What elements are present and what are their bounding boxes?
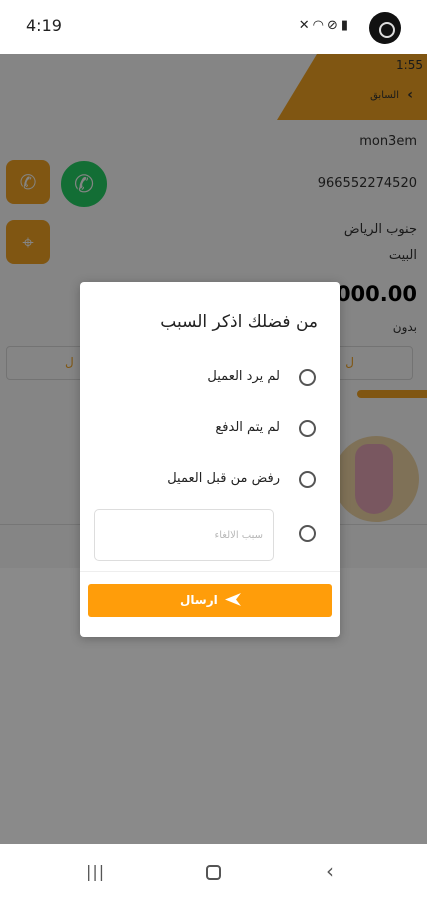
send-button-label: ارسال <box>180 593 218 607</box>
reason-option-not-paid[interactable]: لم يتم الدفع <box>80 411 340 447</box>
send-button[interactable]: ارسال <box>88 584 332 617</box>
reason-input[interactable] <box>94 509 274 561</box>
dialog-divider <box>80 571 340 572</box>
mute-icon: ✕ <box>298 18 313 33</box>
status-bar: 4:19 ✕◠⊘▮ <box>0 0 427 54</box>
dialog-title: من فضلك اذكر السبب <box>160 312 318 332</box>
radio-button[interactable] <box>299 369 316 386</box>
cancel-reason-dialog: من فضلك اذكر السبب لم يرد العميل لم يتم … <box>80 282 340 637</box>
home-icon[interactable] <box>206 865 221 880</box>
system-navigation-bar: ||| ‹ <box>0 844 427 900</box>
radio-button[interactable] <box>299 525 316 542</box>
send-icon <box>225 593 241 606</box>
recents-icon[interactable]: ||| <box>86 862 105 881</box>
option-label: لم يتم الدفع <box>215 420 280 435</box>
reason-option-no-answer[interactable]: لم يرد العميل <box>80 360 340 396</box>
reason-option-rejected[interactable]: رفض من قبل العميل <box>80 462 340 498</box>
camera-icon <box>369 12 401 44</box>
option-label: لم يرد العميل <box>207 369 280 384</box>
status-time: 4:19 <box>26 16 62 35</box>
battery-icon: ▮ <box>340 18 351 33</box>
dnd-icon: ⊘ <box>326 18 341 33</box>
radio-button[interactable] <box>299 420 316 437</box>
status-icons: ✕◠⊘▮ <box>299 18 351 33</box>
option-label: رفض من قبل العميل <box>167 471 280 486</box>
back-icon[interactable]: ‹ <box>326 859 334 883</box>
wifi-icon: ◠ <box>312 18 327 33</box>
reason-option-other[interactable] <box>80 509 340 561</box>
radio-button[interactable] <box>299 471 316 488</box>
